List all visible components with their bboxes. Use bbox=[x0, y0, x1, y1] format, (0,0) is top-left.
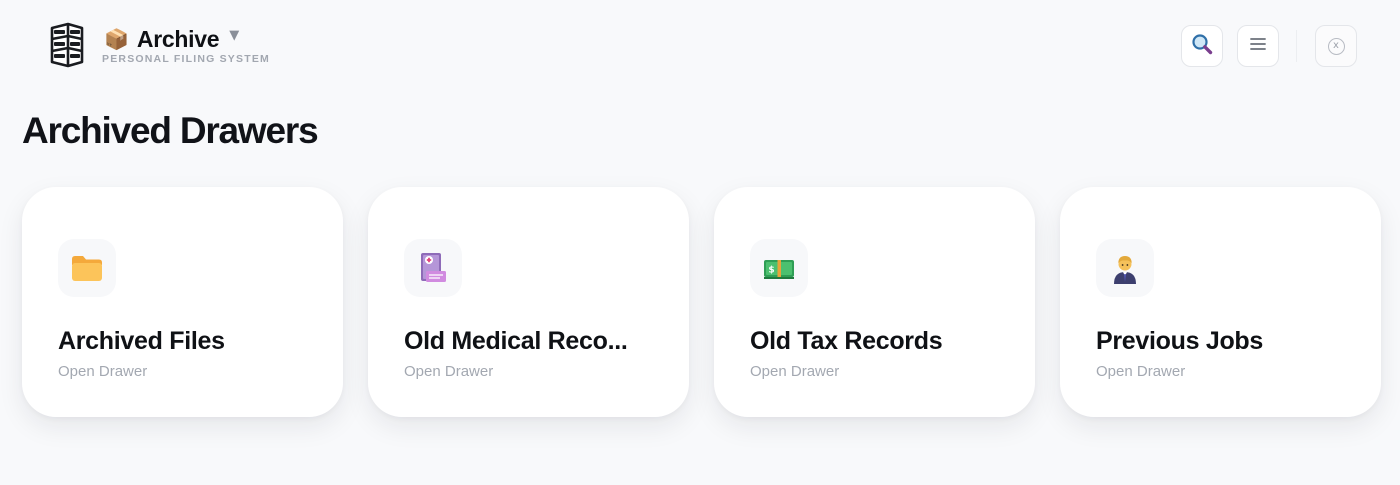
svg-text:$: $ bbox=[768, 266, 774, 276]
drawer-subtitle: Open Drawer bbox=[58, 363, 148, 380]
header-divider bbox=[1296, 30, 1297, 62]
drawer-card-old-tax-records[interactable]: $ Old Tax Records Open Drawer bbox=[714, 187, 1035, 417]
drawer-subtitle: Open Drawer bbox=[1096, 363, 1186, 380]
drawer-card-archived-files[interactable]: Archived Files Open Drawer bbox=[22, 187, 343, 417]
drawer-title: Old Medical Reco... bbox=[404, 327, 628, 355]
close-button[interactable]: x bbox=[1315, 25, 1357, 67]
drawer-card-old-medical-records[interactable]: Old Medical Reco... Open Drawer bbox=[368, 187, 689, 417]
close-icon: x bbox=[1327, 37, 1345, 55]
drawer-card-previous-jobs[interactable]: Previous Jobs Open Drawer bbox=[1060, 187, 1381, 417]
medical-record-icon bbox=[404, 239, 462, 297]
menu-button[interactable] bbox=[1237, 25, 1279, 67]
drawer-title: Archived Files bbox=[58, 327, 225, 355]
search-icon bbox=[1191, 33, 1213, 60]
archive-switcher[interactable]: 📦 Archive ▼ PERSONAL FILING SYSTEM bbox=[102, 25, 270, 66]
app-title: Archive bbox=[136, 25, 220, 52]
drawer-title: Old Tax Records bbox=[750, 327, 943, 355]
filing-cabinet-icon[interactable] bbox=[48, 22, 86, 68]
app-header: 📦 Archive ▼ PERSONAL FILING SYSTEM x bbox=[0, 0, 1400, 92]
page-title: Archived Drawers bbox=[22, 110, 319, 151]
folder-icon bbox=[58, 239, 116, 297]
search-button[interactable] bbox=[1181, 25, 1223, 67]
drawer-subtitle: Open Drawer bbox=[750, 363, 840, 380]
chevron-down-icon[interactable]: ▼ bbox=[229, 29, 239, 43]
drawer-title: Previous Jobs bbox=[1096, 327, 1263, 355]
app-subtitle: PERSONAL FILING SYSTEM bbox=[102, 53, 270, 65]
money-icon: $ bbox=[750, 239, 808, 297]
package-icon: 📦 bbox=[104, 27, 129, 51]
drawer-subtitle: Open Drawer bbox=[404, 363, 494, 380]
office-worker-icon bbox=[1096, 239, 1154, 297]
hamburger-menu-icon bbox=[1249, 36, 1267, 57]
